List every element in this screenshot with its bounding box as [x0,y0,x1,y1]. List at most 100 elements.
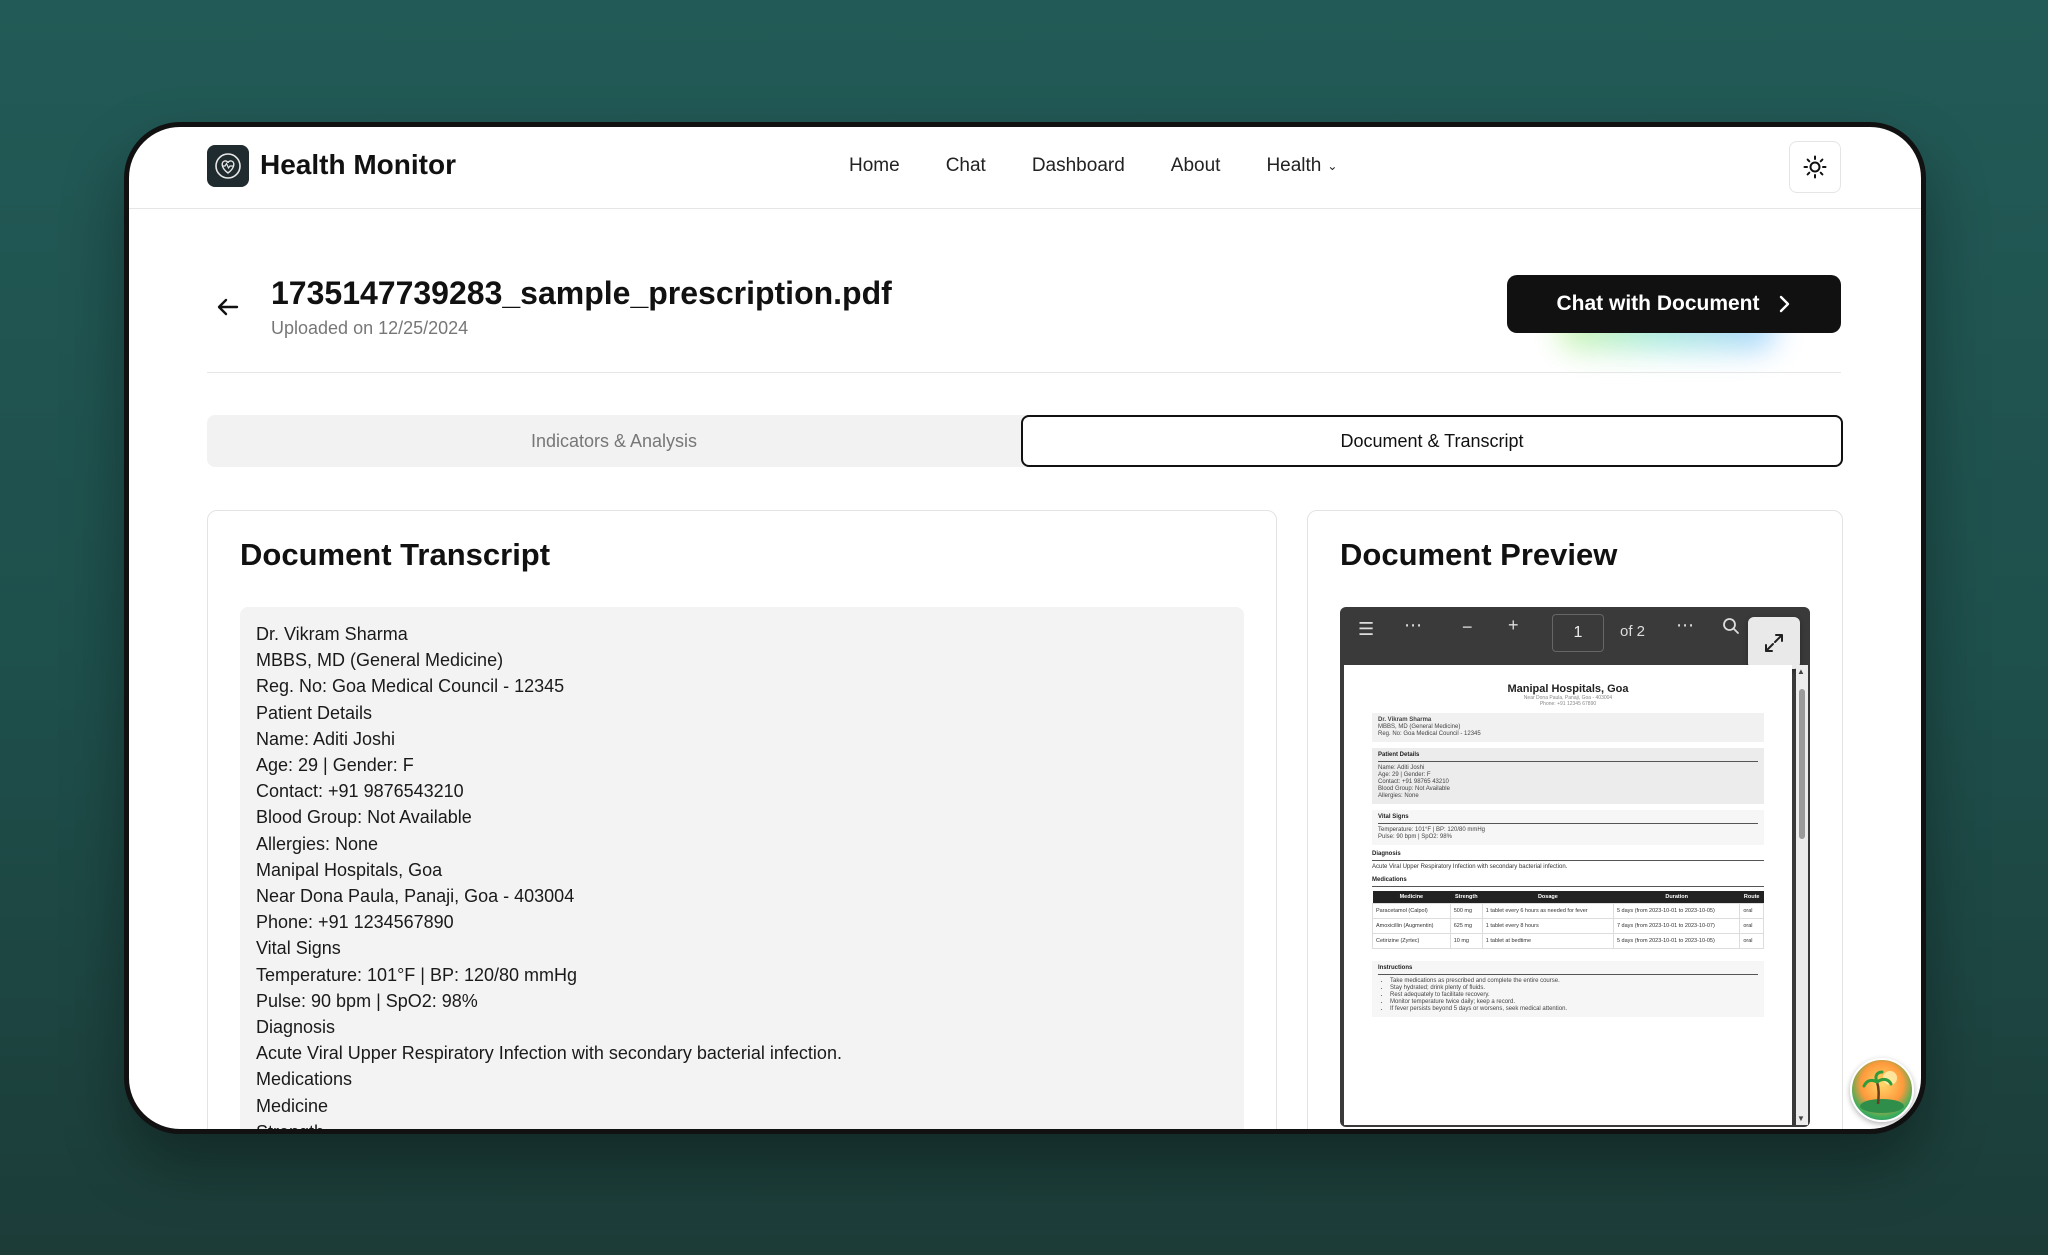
table-cell: 5 days (from 2023-10-01 to 2023-10-05) [1612,903,1741,919]
nav-dashboard[interactable]: Dashboard [1032,155,1125,177]
sun-icon [1803,155,1827,179]
table-header-row: Medicine Strength Dosage Duration Route [1372,891,1764,904]
chat-with-document-label: Chat with Document [1556,292,1760,315]
theme-toggle-button[interactable] [1789,141,1841,193]
pdf-diagnosis-text: Acute Viral Upper Respiratory Infection … [1372,864,1568,870]
table-cell: 625 mg [1449,918,1483,934]
more-options-icon[interactable]: ⋯ [1404,615,1422,636]
nav-about[interactable]: About [1171,155,1221,177]
outline-list-icon[interactable]: ☰ [1358,619,1374,640]
pdf-medications-table: Medicine Strength Dosage Duration Route … [1372,891,1764,949]
pdf-scrollbar[interactable]: ▲ ▼ [1796,665,1808,1125]
transcript-line: Dr. Vikram Sharma [256,624,408,644]
assistant-avatar-button[interactable] [1850,1058,1914,1122]
pdf-doctor-line: MBBS, MD (General Medicine) [1378,724,1461,730]
pdf-vitals-box: Vital Signs Temperature: 101°F | BP: 120… [1372,810,1764,845]
chat-with-document-wrapper: Chat with Document [1507,275,1841,351]
pdf-hospital-name: Manipal Hospitals, Goa [1507,683,1629,695]
nav-links: Home Chat Dashboard About Health ⌄ [849,155,1383,177]
app-window: Health Monitor Home Chat Dashboard About… [124,122,1926,1134]
pdf-section-label: Vital Signs [1378,814,1758,824]
pdf-instructions-list: Take medications as prescribed and compl… [1378,978,1758,1013]
table-cell: 1 tablet every 8 hours [1481,918,1614,934]
transcript-line: Near Dona Paula, Panaji, Goa - 403004 [256,886,575,907]
table-cell: 1 tablet every 6 hours as needed for fev… [1481,903,1614,919]
transcript-line: Name: Aditi Joshi [256,728,396,749]
pdf-doctor-box: Dr. Vikram Sharma MBBS, MD (General Medi… [1372,713,1764,742]
table-cell: 5 days (from 2023-10-01 to 2023-10-05) [1612,933,1741,949]
transcript-line: Diagnosis [256,1017,336,1038]
transcript-line: Strength [256,1121,325,1134]
pdf-page[interactable]: Manipal Hospitals, Goa Near Dona Paula, … [1344,665,1792,1125]
expand-fullscreen-button[interactable] [1748,617,1800,669]
table-cell: Amoxicillin (Augmentin) [1372,918,1451,934]
scroll-down-icon[interactable]: ▼ [1797,1114,1805,1123]
pdf-patient-line: Age: 29 | Gender: F [1378,772,1431,778]
nav-home[interactable]: Home [849,155,900,177]
transcript-line: Allergies: None [256,833,379,854]
pdf-patient-box: Patient Details Name: Aditi Joshi Age: 2… [1372,748,1764,804]
pdf-viewer: ☰ ⋯ − + 1 of 2 ⋯ Manipal Hospitals, Goa … [1340,607,1810,1127]
header-divider [207,372,1841,373]
brand-name[interactable]: Health Monitor [260,149,456,181]
more-options-icon[interactable]: ⋯ [1676,615,1694,636]
zoom-out-icon[interactable]: − [1462,617,1473,638]
list-item: Take medications as prescribed and compl… [1390,978,1758,985]
list-item: If fever persists beyond 5 days or worse… [1390,1006,1758,1013]
top-nav: Health Monitor Home Chat Dashboard About… [129,127,1921,209]
transcript-line: Medicine [256,1095,329,1116]
search-icon[interactable] [1722,617,1740,640]
scrollbar-thumb[interactable] [1799,689,1805,839]
table-header: Duration [1613,891,1740,904]
chat-with-document-button[interactable]: Chat with Document [1507,275,1841,333]
transcript-line: Acute Viral Upper Respiratory Infection … [256,1043,842,1064]
pdf-diagnosis-section: Diagnosis Acute Viral Upper Respiratory … [1372,851,1764,871]
transcript-line: Age: 29 | Gender: F [256,755,414,776]
preview-title: Document Preview [1340,537,1618,572]
pdf-patient-line: Blood Group: Not Available [1378,786,1450,792]
table-header: Route [1739,891,1764,904]
back-button[interactable] [213,292,243,322]
zoom-in-icon[interactable]: + [1508,615,1519,636]
transcript-line: Blood Group: Not Available [256,807,472,828]
expand-icon [1765,634,1783,652]
transcript-line: Manipal Hospitals, Goa [256,859,443,880]
pdf-instructions-box: Instructions Take medications as prescri… [1372,961,1764,1017]
preview-card: Document Preview ☰ ⋯ − + 1 of 2 ⋯ Manipa… [1307,510,1843,1129]
table-row: Cetirizine (Zyrtec) 10 mg 1 tablet at be… [1372,933,1764,949]
table-cell: Cetirizine (Zyrtec) [1372,933,1451,949]
transcript-text-area[interactable]: Dr. Vikram Sharma MBBS, MD (General Medi… [240,607,1244,1134]
transcript-line: MBBS, MD (General Medicine) [256,650,504,671]
transcript-line: Vital Signs [256,938,341,959]
transcript-card: Document Transcript Dr. Vikram Sharma MB… [207,510,1277,1134]
pdf-vitals-line: Pulse: 90 bpm | SpO2: 98% [1378,834,1452,840]
transcript-line: Pulse: 90 bpm | SpO2: 98% [256,990,478,1011]
page-number-input[interactable]: 1 [1552,614,1604,652]
table-cell: 10 mg [1449,933,1483,949]
scroll-up-icon[interactable]: ▲ [1797,667,1805,676]
health-logo-icon[interactable] [207,145,249,187]
pdf-patient-line: Name: Aditi Joshi [1378,765,1425,771]
table-cell: oral [1739,933,1764,949]
table-row: Paracetamol (Calpol) 500 mg 1 tablet eve… [1372,903,1764,919]
pdf-phone: Phone: +91 12345 67890 [1539,701,1597,707]
transcript-title: Document Transcript [240,537,551,572]
pdf-section-label: Diagnosis [1372,851,1764,861]
table-cell: oral [1739,903,1764,919]
transcript-line: Contact: +91 9876543210 [256,781,464,802]
upload-date: Uploaded on 12/25/2024 [271,318,469,338]
transcript-line: Patient Details [256,702,373,723]
nav-chat[interactable]: Chat [946,155,986,177]
view-tabs: Indicators & Analysis Document & Transcr… [207,415,1843,467]
pdf-section-label: Instructions [1378,965,1758,975]
table-header: Dosage [1482,891,1614,904]
tab-document-transcript[interactable]: Document & Transcript [1021,415,1843,467]
pdf-doctor-line: Reg. No: Goa Medical Council - 12345 [1378,731,1481,737]
table-cell: oral [1739,918,1764,934]
document-title: 1735147739283_sample_prescription.pdf [271,275,892,311]
transcript-line: Temperature: 101°F | BP: 120/80 mmHg [256,964,578,985]
tab-indicators-analysis[interactable]: Indicators & Analysis [207,415,1021,467]
transcript-line: Phone: +91 1234567890 [256,912,454,933]
nav-health-dropdown[interactable]: Health ⌄ [1266,155,1337,177]
pdf-patient-line: Allergies: None [1378,793,1419,799]
